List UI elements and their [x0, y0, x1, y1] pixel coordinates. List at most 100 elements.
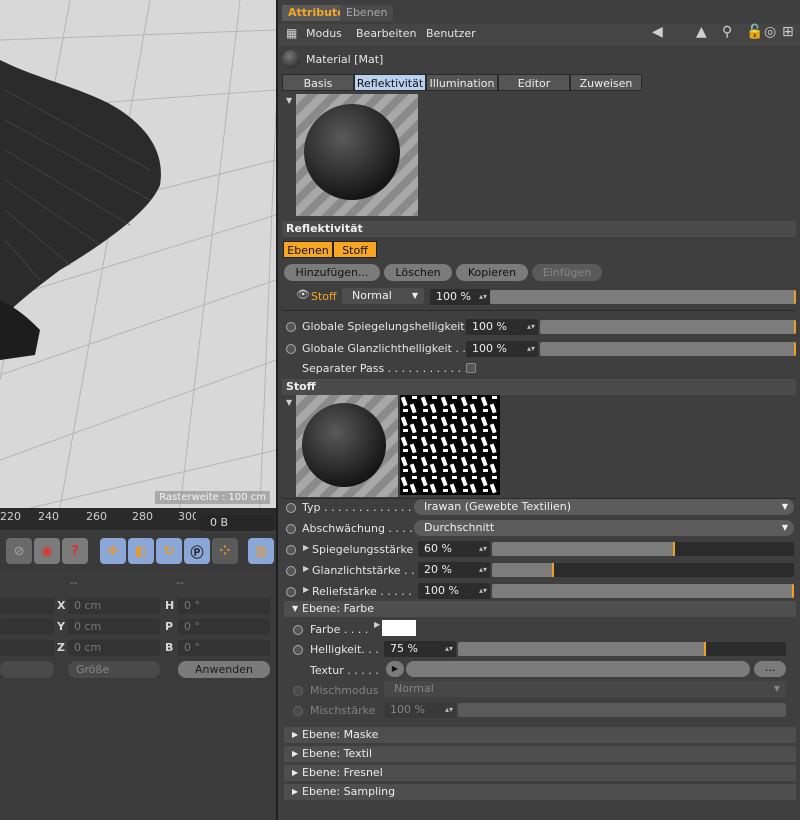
radio-farbe[interactable] [293, 625, 303, 635]
glanz-slider[interactable] [492, 563, 794, 577]
layer-mode-dropdown[interactable]: Normal ▼ [342, 288, 424, 304]
tab-editor[interactable]: Editor [498, 74, 570, 91]
farbe-swatch[interactable] [382, 620, 416, 636]
subtab-ebenen[interactable]: Ebenen [283, 241, 333, 258]
abschwaechung-dropdown[interactable]: Durchschnitt ▼ [414, 520, 794, 536]
record-icon[interactable]: ◉ [34, 538, 60, 564]
tab-zuweisen[interactable]: Zuweisen [570, 74, 642, 91]
expand-icon[interactable]: ▶ [303, 543, 309, 552]
typ-dropdown[interactable]: Irawan (Gewebte Textilien) ▼ [414, 499, 794, 515]
rot-h-field[interactable]: 0 ° [178, 598, 270, 614]
add-layer-button[interactable]: Hinzufügen... [284, 264, 380, 281]
layer-textil-header[interactable]: ▶ Ebene: Textil [284, 746, 796, 762]
layer-fresnel-header[interactable]: ▶ Ebene: Fresnel [284, 765, 796, 781]
stoff-preview-toggle-icon[interactable]: ▼ [286, 398, 292, 407]
radio-typ[interactable] [286, 503, 296, 513]
glanz-field[interactable]: 20 % ▴▾ [418, 562, 490, 578]
radio-global-gloss[interactable] [286, 344, 296, 354]
layer-sampling-header[interactable]: ▶ Ebene: Sampling [284, 784, 796, 800]
target-icon[interactable]: ◎ [764, 24, 776, 40]
coord-mode-dropdown[interactable] [0, 661, 54, 678]
typ-value: Irawan (Gewebte Textilien) [424, 500, 572, 513]
helligkeit-slider[interactable] [458, 642, 786, 656]
rotate-icon[interactable]: ↻ [156, 538, 182, 564]
expand-icon[interactable]: ▶ [303, 585, 309, 594]
menu-benutzer[interactable]: Benutzer [426, 27, 476, 40]
copy-layer-button[interactable]: Kopieren [456, 264, 528, 281]
menu-bearbeiten[interactable]: Bearbeiten [356, 27, 416, 40]
textur-menu-icon[interactable]: ▶ [386, 661, 404, 677]
layer-fresnel-title: Ebene: Fresnel [302, 766, 383, 779]
relief-label: Reliefstärke . . . . . [312, 585, 412, 598]
global-gloss-field[interactable]: 100 % ▴▾ [466, 341, 538, 357]
expand-icon[interactable]: ▶ [303, 564, 309, 573]
p-icon[interactable]: Ⓟ [184, 538, 210, 564]
helligkeit-field[interactable]: 75 % ▴▾ [384, 641, 456, 657]
tab-basis[interactable]: Basis [282, 74, 354, 91]
radio-mischmodus[interactable] [293, 686, 303, 696]
radio-relief[interactable] [286, 587, 296, 597]
rot-p-field[interactable]: 0 ° [178, 619, 270, 635]
spiegelung-slider[interactable] [492, 542, 794, 556]
spiegelung-field[interactable]: 60 % ▴▾ [418, 541, 490, 557]
relief-slider[interactable] [492, 584, 794, 598]
pos-z-field[interactable]: 0 cm [68, 640, 160, 656]
grid-icon[interactable]: ⁘ [212, 538, 238, 564]
global-spec-field[interactable]: 100 % ▴▾ [466, 319, 538, 335]
layer-opacity-slider[interactable] [490, 290, 796, 304]
pos-y-field[interactable]: 0 cm [68, 619, 160, 635]
eye-icon[interactable]: 👁 [296, 288, 310, 301]
tab-reflektivitaet[interactable]: Reflektivität [354, 74, 426, 91]
textur-field[interactable] [406, 661, 750, 677]
radio-abschwaechung[interactable] [286, 524, 296, 534]
menu-modus[interactable]: Modus [306, 27, 342, 40]
size-mode-dropdown[interactable]: Größe [68, 661, 160, 678]
expand-icon[interactable]: ▶ [374, 620, 380, 629]
subtab-stoff[interactable]: Stoff [333, 241, 377, 258]
film-icon[interactable]: ▥ [248, 538, 274, 564]
apply-button[interactable]: Anwenden [178, 661, 270, 678]
mischstaerke-slider[interactable] [458, 703, 786, 717]
separate-pass-checkbox[interactable] [466, 363, 476, 373]
tab-illumination[interactable]: Illumination [426, 74, 498, 91]
no-entry-icon[interactable]: ⊘ [6, 538, 32, 564]
delete-layer-button[interactable]: Löschen [384, 264, 452, 281]
pos-field-prev[interactable] [0, 640, 54, 656]
tab-ebenen[interactable]: Ebenen [340, 5, 394, 21]
back-arrow-icon[interactable]: ◀ [652, 24, 663, 40]
section-reflektivitaet: Reflektivität [282, 221, 796, 237]
global-gloss-slider[interactable] [540, 342, 796, 356]
preview-toggle-icon[interactable]: ▼ [286, 96, 292, 105]
lock-icon[interactable]: 🔓 [746, 24, 763, 40]
layer-opacity-field[interactable]: 100 % ▴▾ [430, 289, 490, 305]
viewport[interactable]: Rasterweite : 100 cm [0, 0, 276, 508]
layer-farbe-header[interactable]: ▼ Ebene: Farbe [284, 601, 796, 617]
global-spec-slider[interactable] [540, 320, 796, 334]
rot-b-field[interactable]: 0 ° [178, 640, 270, 656]
global-spec-value: 100 % [472, 320, 507, 333]
paste-layer-button[interactable]: Einfügen [532, 264, 602, 281]
radio-spiegelung[interactable] [286, 545, 296, 555]
material-preview[interactable] [296, 94, 418, 216]
help-icon[interactable]: ? [62, 538, 88, 564]
key-icon[interactable]: ◧ [128, 538, 154, 564]
radio-mischstaerke[interactable] [293, 706, 303, 716]
pos-field-prev[interactable] [0, 619, 54, 635]
mischmodus-dropdown[interactable]: Normal ▼ [384, 681, 786, 697]
layer-name[interactable]: Stoff [311, 290, 337, 303]
radio-helligkeit[interactable] [293, 645, 303, 655]
mischstaerke-field[interactable]: 100 % ▴▾ [384, 702, 456, 718]
current-frame-field[interactable]: 0 B [200, 515, 274, 531]
layer-maske-header[interactable]: ▶ Ebene: Maske [284, 727, 796, 743]
textur-browse-button[interactable]: ... [754, 661, 786, 677]
pos-x-field[interactable]: 0 cm [68, 598, 160, 614]
new-window-icon[interactable]: ⊞ [782, 24, 794, 40]
radio-glanz[interactable] [286, 566, 296, 576]
pos-field-prev[interactable] [0, 598, 54, 614]
radio-global-spec[interactable] [286, 322, 296, 332]
relief-field[interactable]: 100 % ▴▾ [418, 583, 490, 599]
up-arrow-icon[interactable]: ▲ [696, 24, 707, 40]
move-icon[interactable]: ✥ [100, 538, 126, 564]
spiegelung-label: Spiegelungsstärke . . [312, 543, 428, 556]
search-icon[interactable]: ⚲ [722, 24, 732, 40]
